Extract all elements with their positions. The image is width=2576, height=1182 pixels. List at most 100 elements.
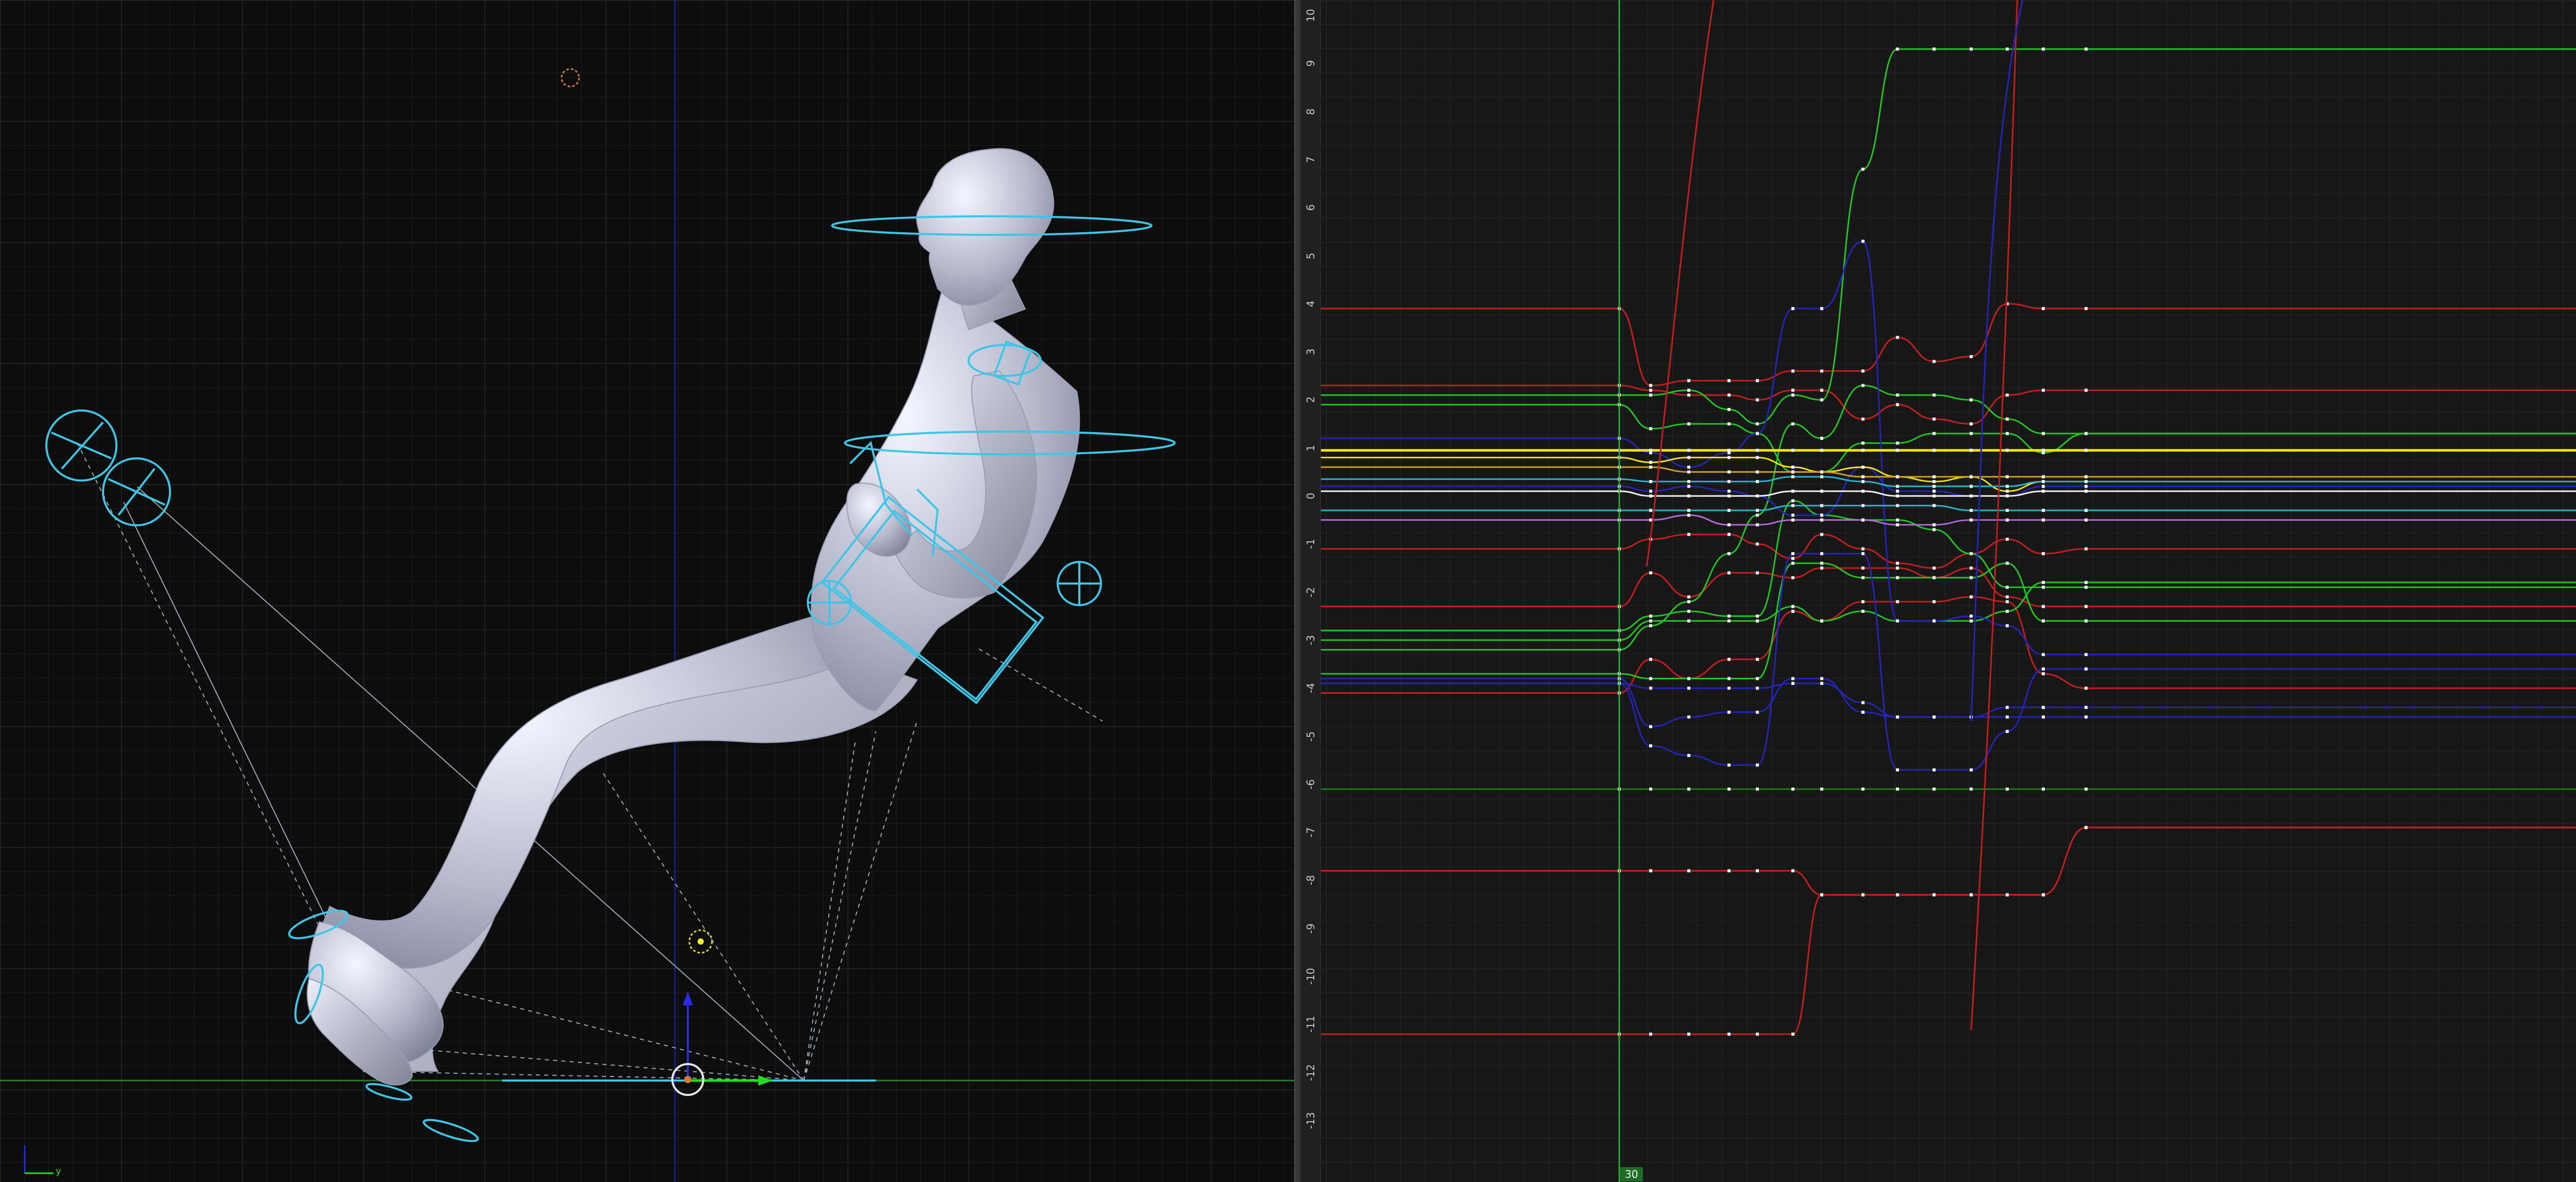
keyframe-point bbox=[1933, 393, 1936, 397]
keyframe-point bbox=[1687, 379, 1690, 383]
keyframe-point bbox=[1791, 552, 1794, 555]
keyframe-point bbox=[1970, 619, 1973, 623]
keyframe-point bbox=[1727, 480, 1731, 484]
keyframe-point bbox=[1791, 609, 1794, 613]
keyframe-point bbox=[1756, 422, 1759, 426]
ruler-tick-label: 5 bbox=[1304, 252, 1317, 259]
keyframe-point bbox=[1933, 893, 1936, 897]
keyframe-point bbox=[1649, 460, 1652, 464]
keyframe-point bbox=[1933, 475, 1936, 478]
keyframe-point bbox=[1649, 725, 1652, 728]
keyframe-point bbox=[1791, 513, 1794, 517]
keyframe-point bbox=[1756, 523, 1759, 526]
keyframe-point bbox=[1820, 561, 1823, 565]
keyframe-point bbox=[1820, 388, 1823, 392]
ruler-tick-label: 7 bbox=[1304, 156, 1317, 163]
current-frame-badge[interactable]: 30 bbox=[1620, 1167, 1643, 1181]
keyframe-point bbox=[1649, 744, 1652, 748]
ruler-tick-label: 3 bbox=[1304, 348, 1317, 355]
keyframe-point bbox=[1970, 485, 1973, 488]
ruler-tick-label: 4 bbox=[1304, 300, 1317, 307]
keyframe-point bbox=[1933, 523, 1936, 526]
keyframe-point bbox=[2084, 787, 2088, 791]
keyframe-point bbox=[1756, 658, 1759, 661]
keyframe-point bbox=[1649, 787, 1652, 791]
3d-viewport[interactable]: y bbox=[0, 0, 1294, 1182]
viewport-splitter[interactable] bbox=[1294, 0, 1301, 1182]
keyframe-point bbox=[1687, 485, 1690, 488]
keyframe-point bbox=[2006, 715, 2009, 719]
graph-editor[interactable]: 10 9 8 7 6 5 4 3 2 1 0 -1 -2 -3 -4 -5 -6 -7 -8 -9 -10 -11 -12-… bbox=[1301, 0, 2576, 1182]
keyframe-point bbox=[1727, 571, 1731, 575]
keyframe-point bbox=[1970, 422, 1973, 426]
keyframe-point bbox=[2042, 893, 2045, 897]
keyframe-point bbox=[1756, 398, 1759, 402]
keyframe-point bbox=[1861, 167, 1865, 171]
keyframe-point bbox=[1820, 307, 1823, 311]
keyframe-point bbox=[2006, 508, 2009, 512]
keyframe-point bbox=[1756, 710, 1759, 714]
keyframe-point bbox=[1791, 449, 1794, 452]
keyframe-point bbox=[1820, 533, 1823, 536]
keyframe-point bbox=[1791, 561, 1794, 565]
keyframe-point bbox=[2006, 489, 2009, 493]
keyframe-point bbox=[1756, 449, 1759, 452]
keyframe-point bbox=[1791, 393, 1794, 397]
curve-canvas[interactable] bbox=[1301, 0, 2576, 1182]
keyframe-point bbox=[1861, 566, 1865, 570]
ruler-tick-label: 6 bbox=[1304, 204, 1317, 211]
keyframe-point bbox=[1820, 398, 1823, 402]
ruler-tick-label: -9 bbox=[1304, 923, 1317, 934]
keyframe-point bbox=[2006, 475, 2009, 478]
svg-text:y: y bbox=[56, 1166, 61, 1177]
keyframe-point bbox=[2006, 432, 2009, 435]
keyframe-point bbox=[2006, 600, 2009, 604]
keyframe-point bbox=[1970, 566, 1973, 570]
keyframe-point bbox=[1896, 768, 1899, 772]
keyframe-point bbox=[1970, 552, 1973, 555]
keyframe-point bbox=[2006, 624, 2009, 627]
keyframe-point bbox=[2042, 475, 2045, 478]
keyframe-point bbox=[2084, 653, 2088, 656]
ruler-tick-label: -12 bbox=[1304, 1064, 1317, 1081]
ruler-tick-label: -8 bbox=[1304, 875, 1317, 886]
keyframe-point bbox=[2042, 706, 2045, 709]
keyframe-point bbox=[2084, 715, 2088, 719]
keyframe-point bbox=[1861, 518, 1865, 522]
keyframe-point bbox=[1756, 687, 1759, 690]
keyframe-point bbox=[1649, 1032, 1652, 1036]
keyframe-point bbox=[1896, 47, 1899, 51]
keyframe-point bbox=[1727, 677, 1731, 680]
keyframe-point bbox=[2084, 518, 2088, 522]
keyframe-point bbox=[1861, 787, 1865, 791]
keyframe-point bbox=[1791, 489, 1794, 493]
keyframe-point bbox=[1687, 388, 1690, 392]
keyframe-point bbox=[1861, 547, 1865, 551]
keyframe-point bbox=[1791, 557, 1794, 560]
keyframe-point bbox=[1727, 658, 1731, 661]
keyframe-point bbox=[1820, 470, 1823, 474]
keyframe-point bbox=[1791, 576, 1794, 579]
keyframe-point bbox=[1687, 787, 1690, 791]
viewport-canvas[interactable] bbox=[0, 0, 1294, 1182]
keyframe-point bbox=[1727, 763, 1731, 767]
keyframe-point bbox=[2084, 586, 2088, 589]
keyframe-point bbox=[2006, 393, 2009, 397]
keyframe-point bbox=[1861, 710, 1865, 714]
keyframe-point bbox=[1933, 432, 1936, 435]
keyframe-point bbox=[1756, 480, 1759, 484]
keyframe-point bbox=[1756, 571, 1759, 575]
keyframe-point bbox=[1933, 489, 1936, 493]
keyframe-point bbox=[1687, 595, 1690, 598]
keyframe-point bbox=[1649, 518, 1652, 522]
keyframe-point bbox=[1791, 499, 1794, 503]
keyframe-point bbox=[1970, 518, 1973, 522]
value-ruler[interactable]: 10 9 8 7 6 5 4 3 2 1 0 -1 -2 -3 -4 -5 -6 -7 -8 -9 -10 -11 -12-… bbox=[1301, 0, 1321, 1182]
keyframe-point bbox=[2042, 47, 2045, 51]
keyframe-point bbox=[2084, 508, 2088, 512]
keyframe-point bbox=[1896, 518, 1899, 522]
keyframe-point bbox=[1727, 687, 1731, 690]
keyframe-point bbox=[1687, 715, 1690, 719]
keyframe-point bbox=[1791, 1032, 1794, 1036]
keyframe-point bbox=[1687, 600, 1690, 604]
